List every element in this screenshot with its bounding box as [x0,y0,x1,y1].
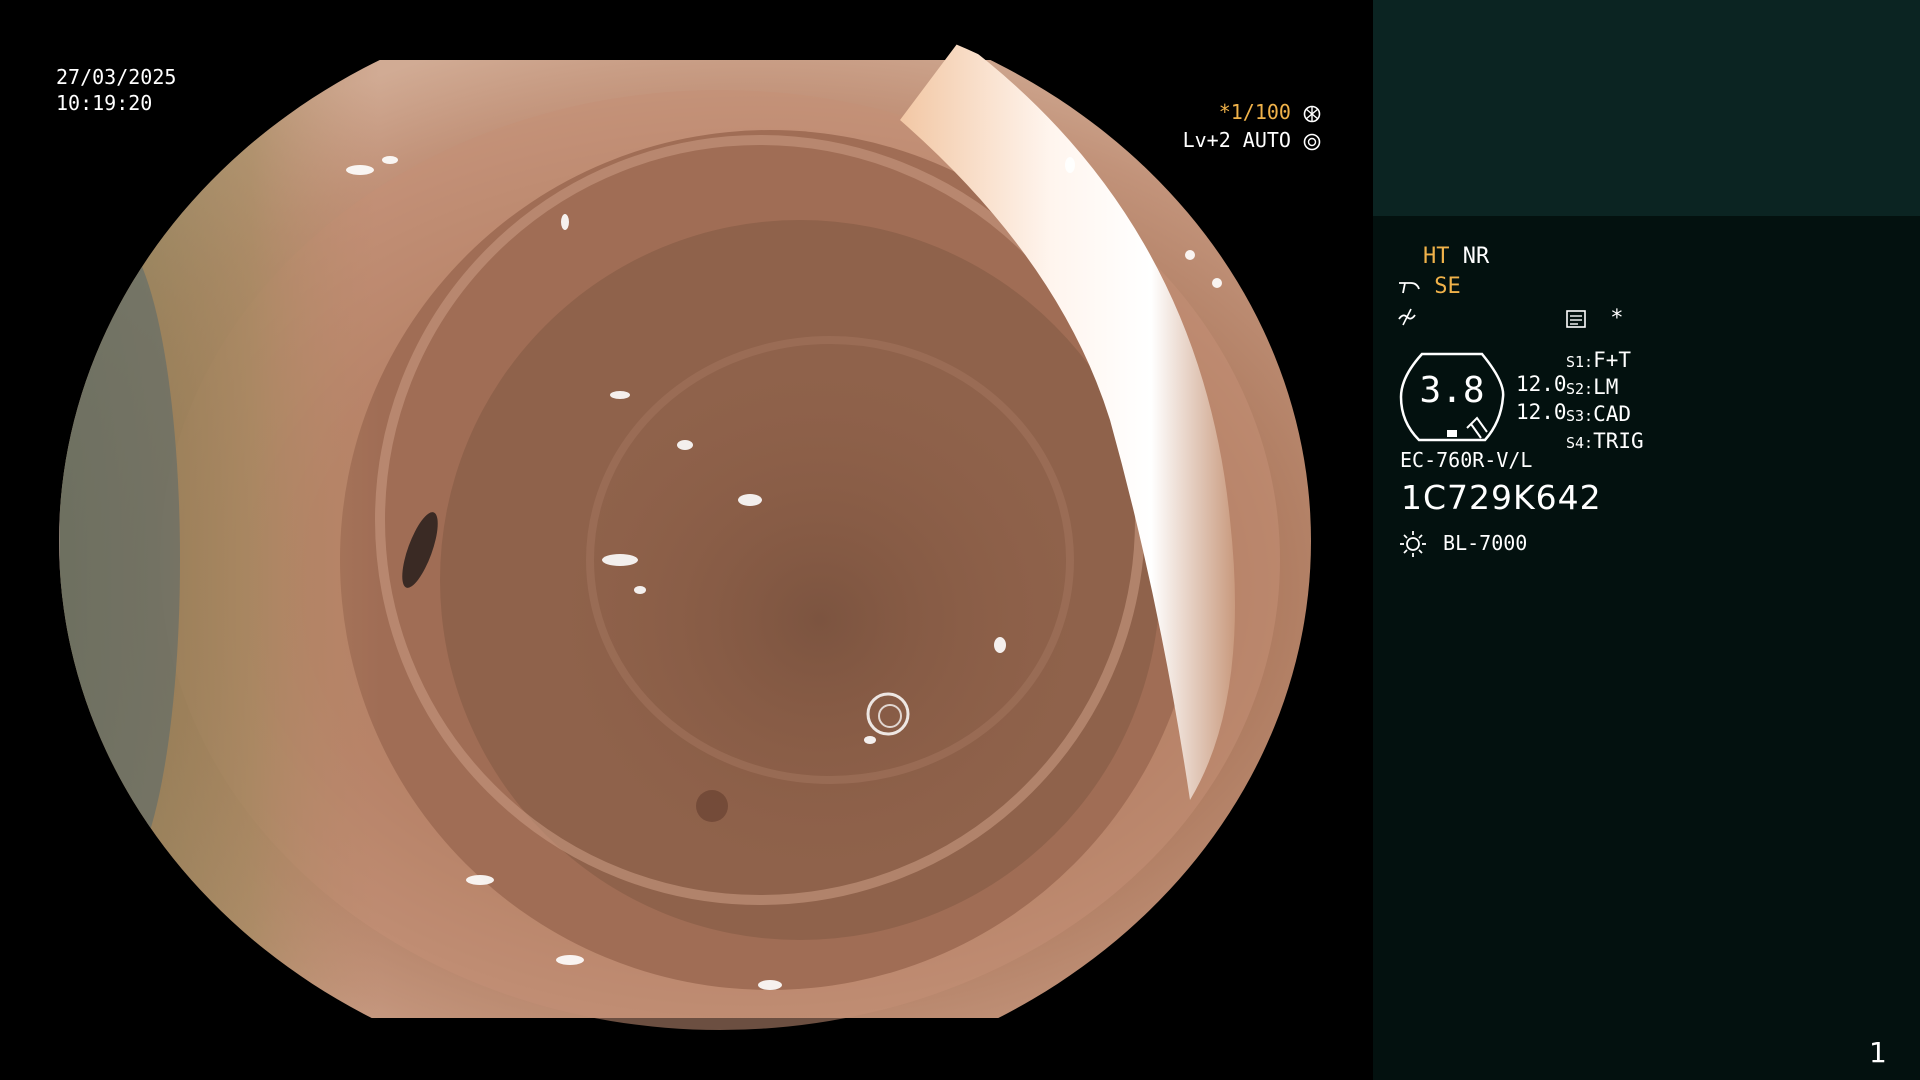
panel-header-area [1373,0,1920,216]
scope-bend-icon [1399,282,1420,294]
star-label: * [1610,306,1624,331]
frame-number: 1 [1869,1036,1887,1069]
switch-item: S4:TRIG [1566,429,1644,456]
switch-key: S3: [1566,407,1594,425]
endoscopic-image [0,0,1373,1080]
switch-item: S3:CAD [1566,402,1644,429]
switch-value: TRIG [1593,429,1644,453]
brightness-value: 3.8 [1419,370,1485,411]
nr-label: NR [1462,244,1490,269]
switch-item: S1:F+T [1566,348,1644,375]
memo-row: * [1565,306,1624,331]
switch-key: S1: [1566,353,1594,371]
level-value-1: 12.0 [1516,372,1567,396]
endoscope-view: 27/03/2025 10:19:20 *1/100 Lv+2 AUTO [0,0,1373,1080]
se-label: SE [1434,274,1461,299]
tilde-icon [1398,308,1416,326]
iris-icon [1303,133,1321,150]
timestamp: 27/03/2025 10:19:20 [56,64,176,116]
date-label: 27/03/2025 [56,65,177,89]
light-source-label: BL-7000 [1443,530,1528,555]
exposure-info: *1/100 Lv+2 AUTO [1183,98,1321,154]
level-value-2: 12.0 [1516,400,1567,424]
switch-value: CAD [1593,402,1632,426]
status-panel: HT NR SE * 3.8 12.0 12.0 S1:F+T S2:LM S3… [1373,0,1920,1080]
ht-nr-row: HT NR [1423,244,1489,269]
scope-model: EC-760R-V/L [1400,448,1533,472]
switch-key: S2: [1566,380,1594,398]
iris-row: Lv+2 AUTO [1183,126,1321,154]
switch-value: LM [1593,375,1619,399]
iris-label: Lv+2 AUTO [1182,128,1291,152]
sun-icon [1400,531,1426,557]
shutter-speed-label: *1/100 [1218,100,1291,124]
ht-label: HT [1423,244,1450,269]
tilde-icon-row [1397,304,1417,329]
memo-icon [1566,310,1586,328]
switch-item: S2:LM [1566,375,1644,402]
shutter-row: *1/100 [1183,98,1321,126]
levels: 12.0 12.0 [1516,370,1567,426]
aperture-icon [1303,105,1321,122]
switch-value: F+T [1593,348,1632,372]
switch-list: S1:F+T S2:LM S3:CAD S4:TRIG [1566,348,1644,456]
switch-key: S4: [1566,434,1594,452]
scope-serial: 1C729K642 [1401,478,1602,517]
light-source-row: BL-7000 [1399,530,1527,558]
time-label: 10:19:20 [56,91,153,115]
se-row: SE [1397,274,1461,299]
